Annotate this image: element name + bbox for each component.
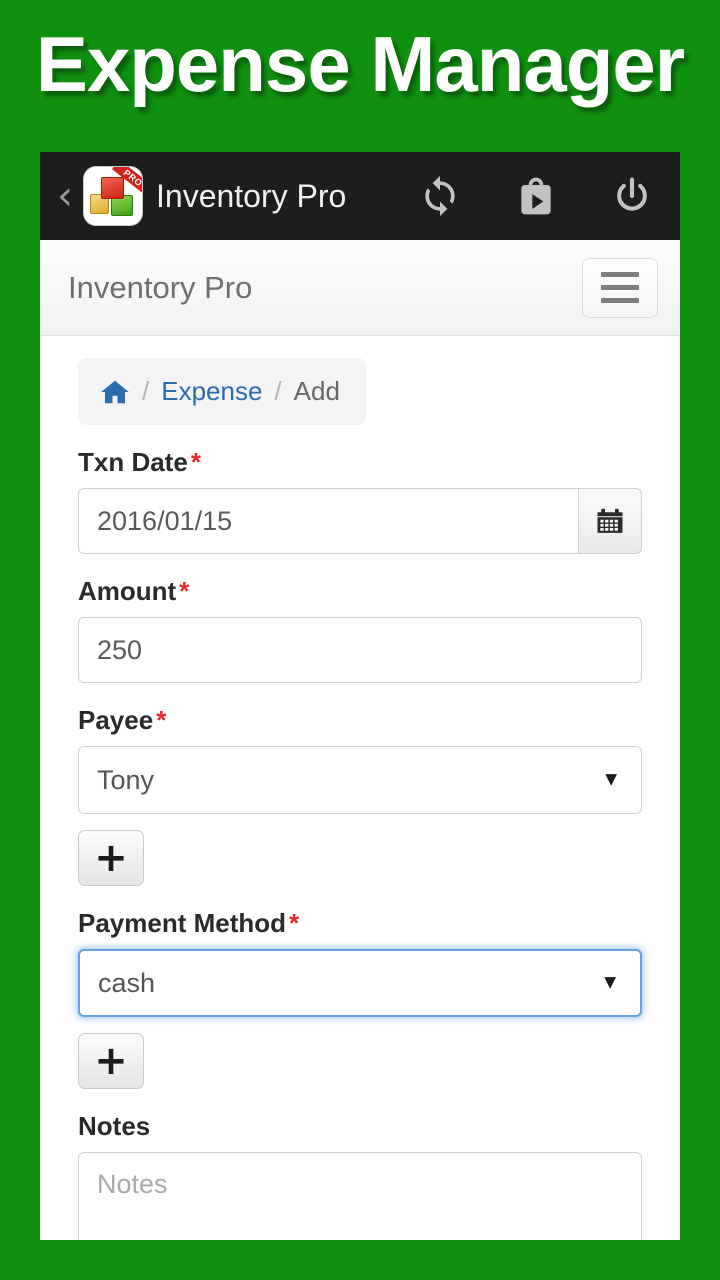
add-payee-button[interactable]: + [78, 830, 144, 886]
power-icon[interactable] [610, 174, 654, 218]
notes-textarea[interactable]: Notes [78, 1152, 642, 1240]
phone-screen: ‹ PRO Inventory Pro Inventory Pro / Expe… [40, 152, 680, 1240]
label-text: Txn Date [78, 447, 188, 477]
calendar-icon [595, 506, 625, 536]
breadcrumb-separator: / [274, 376, 282, 406]
android-app-bar: ‹ PRO Inventory Pro [40, 152, 680, 240]
app-bar-actions [418, 174, 662, 218]
hamburger-bar [601, 298, 639, 303]
logo-box-red [101, 177, 124, 199]
label-amount: Amount * [78, 576, 642, 607]
field-notes: Notes Notes [78, 1111, 642, 1240]
sync-icon[interactable] [418, 174, 462, 218]
hamburger-bar [601, 272, 639, 277]
payment-method-select[interactable]: cash ▼ [78, 949, 642, 1017]
home-icon[interactable] [100, 378, 130, 406]
required-marker: * [190, 447, 201, 477]
navbar-brand[interactable]: Inventory Pro [68, 270, 252, 306]
amount-input[interactable]: 250 [78, 617, 642, 683]
txn-date-input-group: 2016/01/15 [78, 488, 642, 554]
label-txn-date: Txn Date * [78, 447, 642, 478]
app-bar-title: Inventory Pro [156, 177, 347, 214]
hamburger-menu-icon[interactable] [582, 257, 658, 318]
add-payment-method-button[interactable]: + [78, 1033, 144, 1089]
field-payment-method: Payment Method * cash ▼ + [78, 908, 642, 1089]
breadcrumb: / Expense / Add [78, 358, 366, 425]
play-store-icon[interactable] [514, 174, 558, 218]
label-notes: Notes [78, 1111, 642, 1142]
payment-method-selected-value: cash [98, 967, 156, 998]
payee-selected-value: Tony [97, 764, 155, 795]
field-txn-date: Txn Date * 2016/01/15 [78, 447, 642, 554]
required-marker: * [179, 576, 190, 606]
payee-select[interactable]: Tony ▼ [78, 746, 642, 814]
expense-form: / Expense / Add Txn Date * 2016/01/15 Am… [40, 336, 680, 1240]
field-amount: Amount * 250 [78, 576, 642, 683]
back-chevron-icon[interactable]: ‹ [48, 176, 82, 216]
plus-icon: + [94, 835, 128, 881]
breadcrumb-separator: / [142, 376, 150, 406]
promo-title: Expense Manager [35, 20, 685, 108]
required-marker: * [289, 908, 300, 938]
label-payment-method: Payment Method * [78, 908, 642, 939]
label-text: Payee [78, 705, 154, 735]
hamburger-bar [601, 285, 639, 290]
app-logo-icon: PRO [84, 167, 142, 225]
calendar-picker-button[interactable] [578, 488, 642, 554]
label-text: Notes [78, 1111, 151, 1141]
plus-icon: + [94, 1038, 128, 1084]
label-text: Amount [78, 576, 177, 606]
required-marker: * [156, 705, 167, 735]
label-payee: Payee * [78, 705, 642, 736]
chevron-down-icon: ▼ [600, 971, 620, 994]
field-payee: Payee * Tony ▼ + [78, 705, 642, 886]
chevron-down-icon: ▼ [601, 768, 621, 791]
txn-date-input[interactable]: 2016/01/15 [78, 488, 578, 554]
label-text: Payment Method [78, 908, 287, 938]
breadcrumb-current-add: Add [293, 376, 340, 406]
web-navbar: Inventory Pro [40, 240, 680, 336]
breadcrumb-link-expense[interactable]: Expense [161, 376, 262, 407]
